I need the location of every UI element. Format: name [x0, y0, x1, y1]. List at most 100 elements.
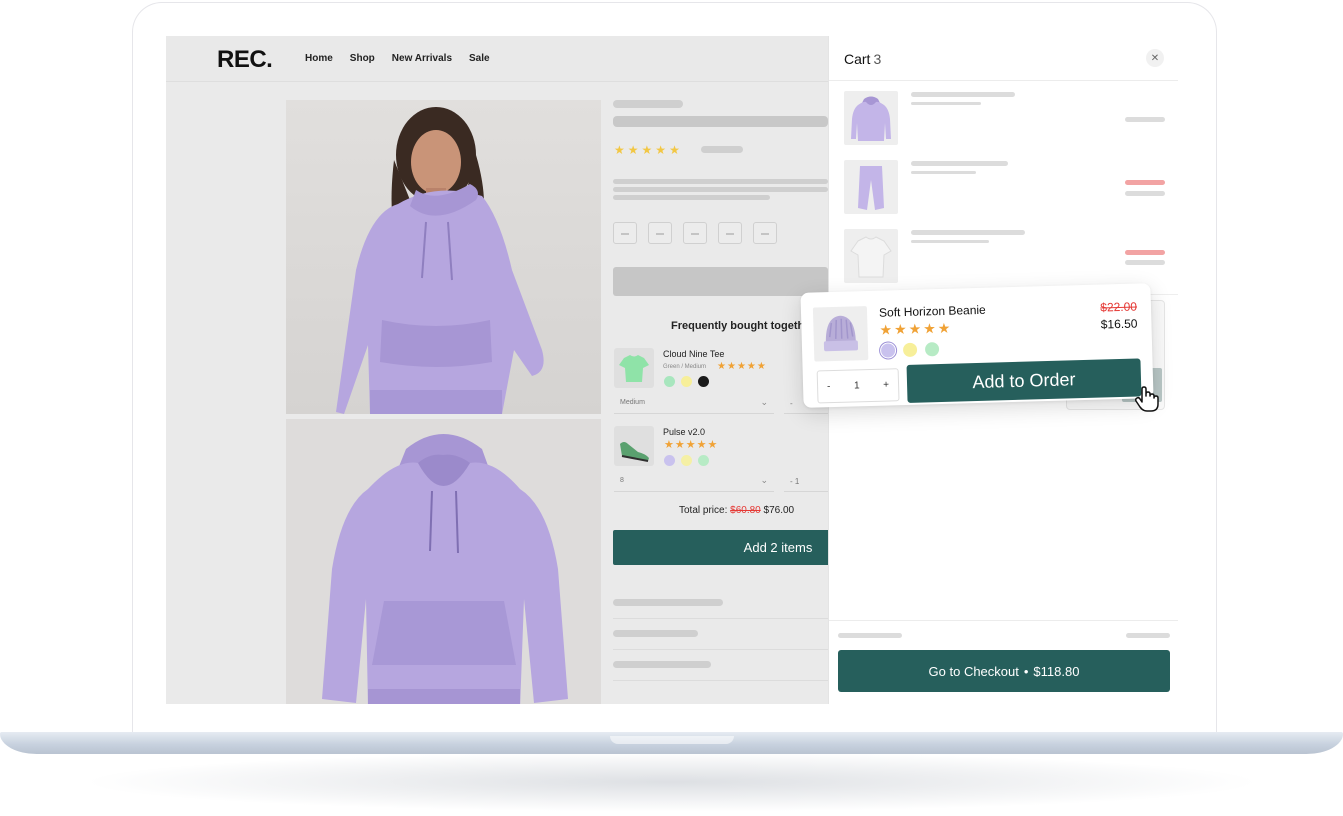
accordion-skeleton-2[interactable] [613, 630, 698, 637]
pants-icon [858, 166, 884, 210]
star-icon: ★ [669, 143, 680, 157]
qty-plus-button[interactable]: + [883, 379, 889, 390]
shoe-illustration [620, 442, 649, 462]
chevron-down-icon: ⌄ [760, 397, 768, 407]
swatch-lavender[interactable] [880, 343, 896, 358]
star-icon: ★ [655, 143, 667, 157]
fbt-item-variant: Green / Medium [663, 364, 707, 370]
size-option-3[interactable] [683, 222, 707, 244]
star-icon: ★ [937, 319, 951, 337]
cart-item-price-skeleton [1125, 117, 1165, 122]
swatch-black[interactable] [698, 376, 709, 387]
laptop-notch [610, 736, 734, 744]
divider [613, 618, 828, 619]
swatch-mint[interactable] [924, 342, 940, 357]
product-title-skeleton [613, 116, 828, 127]
nav-sale[interactable]: Sale [469, 53, 490, 64]
size-option-5[interactable] [753, 222, 777, 244]
star-icon: ★ [879, 321, 893, 338]
total-old-price: $60.80 [730, 505, 761, 516]
cart-item-price-skeleton [1125, 191, 1165, 196]
fbt-size-value: Medium [620, 399, 645, 406]
cart-item-name-skeleton [911, 161, 1008, 166]
cart-item-price-skeleton [1125, 260, 1165, 265]
nav-home[interactable]: Home [305, 53, 333, 64]
upsell-thumb-beanie[interactable] [812, 306, 869, 362]
description-skeleton-2 [613, 187, 828, 192]
fbt-size-select[interactable]: 8 ⌄ [614, 472, 774, 492]
checkout-label: Go to Checkout [928, 663, 1019, 679]
fbt-item-name[interactable]: Pulse v2.0 [663, 427, 705, 437]
tee-icon [850, 236, 892, 278]
swatch-green[interactable] [664, 376, 675, 387]
hoodie-illustration [322, 434, 568, 704]
nav-new-arrivals[interactable]: New Arrivals [392, 53, 452, 64]
size-option-4[interactable] [718, 222, 742, 244]
cart-title: Cart 3 [844, 51, 881, 67]
beanie-icon [823, 315, 859, 352]
cart-item-thumb-tee[interactable] [844, 229, 898, 283]
description-skeleton-3 [613, 195, 770, 200]
star-icon: ★ [696, 439, 707, 451]
cart-header: Cart 3 ✕ [829, 36, 1178, 81]
cart-footer: Go to Checkout • $118.80 [829, 620, 1178, 704]
upsell-popup: Soft Horizon Beanie $22.00 $16.50 ★ ★ ★ … [800, 283, 1154, 408]
swatch-yellow[interactable] [681, 376, 692, 387]
cart-item-variant-skeleton [911, 171, 976, 174]
swatch-yellow[interactable] [902, 342, 918, 358]
laptop-shadow [80, 752, 1263, 812]
size-option-1[interactable] [613, 222, 637, 244]
add-to-cart-skeleton[interactable] [613, 267, 828, 296]
fbt-item-thumb-tee[interactable] [614, 348, 654, 388]
swatch-yellow[interactable] [681, 455, 692, 466]
nav-shop[interactable]: Shop [350, 53, 375, 64]
close-icon[interactable]: ✕ [1146, 49, 1164, 67]
store-logo[interactable]: REC. [217, 46, 273, 74]
product-vendor-skeleton [613, 100, 683, 108]
fbt-qty-stepper[interactable]: - 1 [784, 472, 830, 492]
upsell-product-name[interactable]: Soft Horizon Beanie [879, 303, 986, 320]
chevron-down-icon: ⌄ [760, 475, 768, 485]
total-new-price: $76.00 [763, 505, 795, 516]
cart-title-text: Cart [844, 51, 871, 67]
star-icon: ★ [746, 361, 756, 372]
accordion-skeleton-1[interactable] [613, 599, 723, 606]
fbt-item-rating: ★ ★ ★ ★ ★ [717, 362, 766, 372]
star-icon: ★ [614, 143, 625, 157]
add-to-order-button[interactable]: Add to Order [906, 358, 1142, 403]
accordion-skeleton-3[interactable] [613, 661, 711, 668]
size-option-2[interactable] [648, 222, 672, 244]
fbt-item-name[interactable]: Cloud Nine Tee [663, 349, 724, 359]
cart-item-variant-skeleton [911, 102, 981, 105]
star-icon: ★ [756, 361, 766, 372]
swatch-lavender[interactable] [664, 455, 675, 466]
star-icon: ★ [717, 361, 726, 372]
star-icon: ★ [893, 320, 907, 338]
star-icon: ★ [641, 143, 653, 157]
star-icon: ★ [736, 361, 746, 372]
upsell-qty-stepper[interactable]: - 1 + [816, 368, 900, 404]
product-image-hoodie[interactable] [286, 419, 601, 704]
product-image-model[interactable] [286, 100, 601, 414]
star-icon: ★ [685, 439, 696, 451]
checkout-button[interactable]: Go to Checkout • $118.80 [838, 650, 1170, 692]
cart-item-thumb-hoodie[interactable] [844, 91, 898, 145]
fbt-size-select[interactable]: Medium ⌄ [614, 394, 774, 414]
star-icon: ★ [922, 320, 936, 337]
cart-item-variant-skeleton [911, 240, 989, 243]
cart-item-thumb-pants[interactable] [844, 160, 898, 214]
subtotal-label-skeleton [838, 633, 902, 638]
star-icon: ★ [726, 361, 736, 372]
upsell-new-price: $16.50 [1100, 316, 1138, 332]
fbt-item-thumb-shoe[interactable] [614, 426, 654, 466]
checkout-total: $118.80 [1033, 663, 1080, 679]
main-nav: Home Shop New Arrivals Sale [305, 53, 490, 64]
swatch-mint[interactable] [698, 455, 709, 466]
divider [613, 649, 828, 650]
product-rating: ★ ★ ★ ★ ★ [614, 144, 680, 156]
tee-illustration [619, 355, 649, 382]
qty-minus-button[interactable]: - [827, 381, 831, 392]
fbt-title: Frequently bought together [671, 320, 815, 332]
add-bundle-button[interactable]: Add 2 items [613, 530, 833, 565]
store-header: REC. Home Shop New Arrivals Sale [166, 36, 828, 82]
